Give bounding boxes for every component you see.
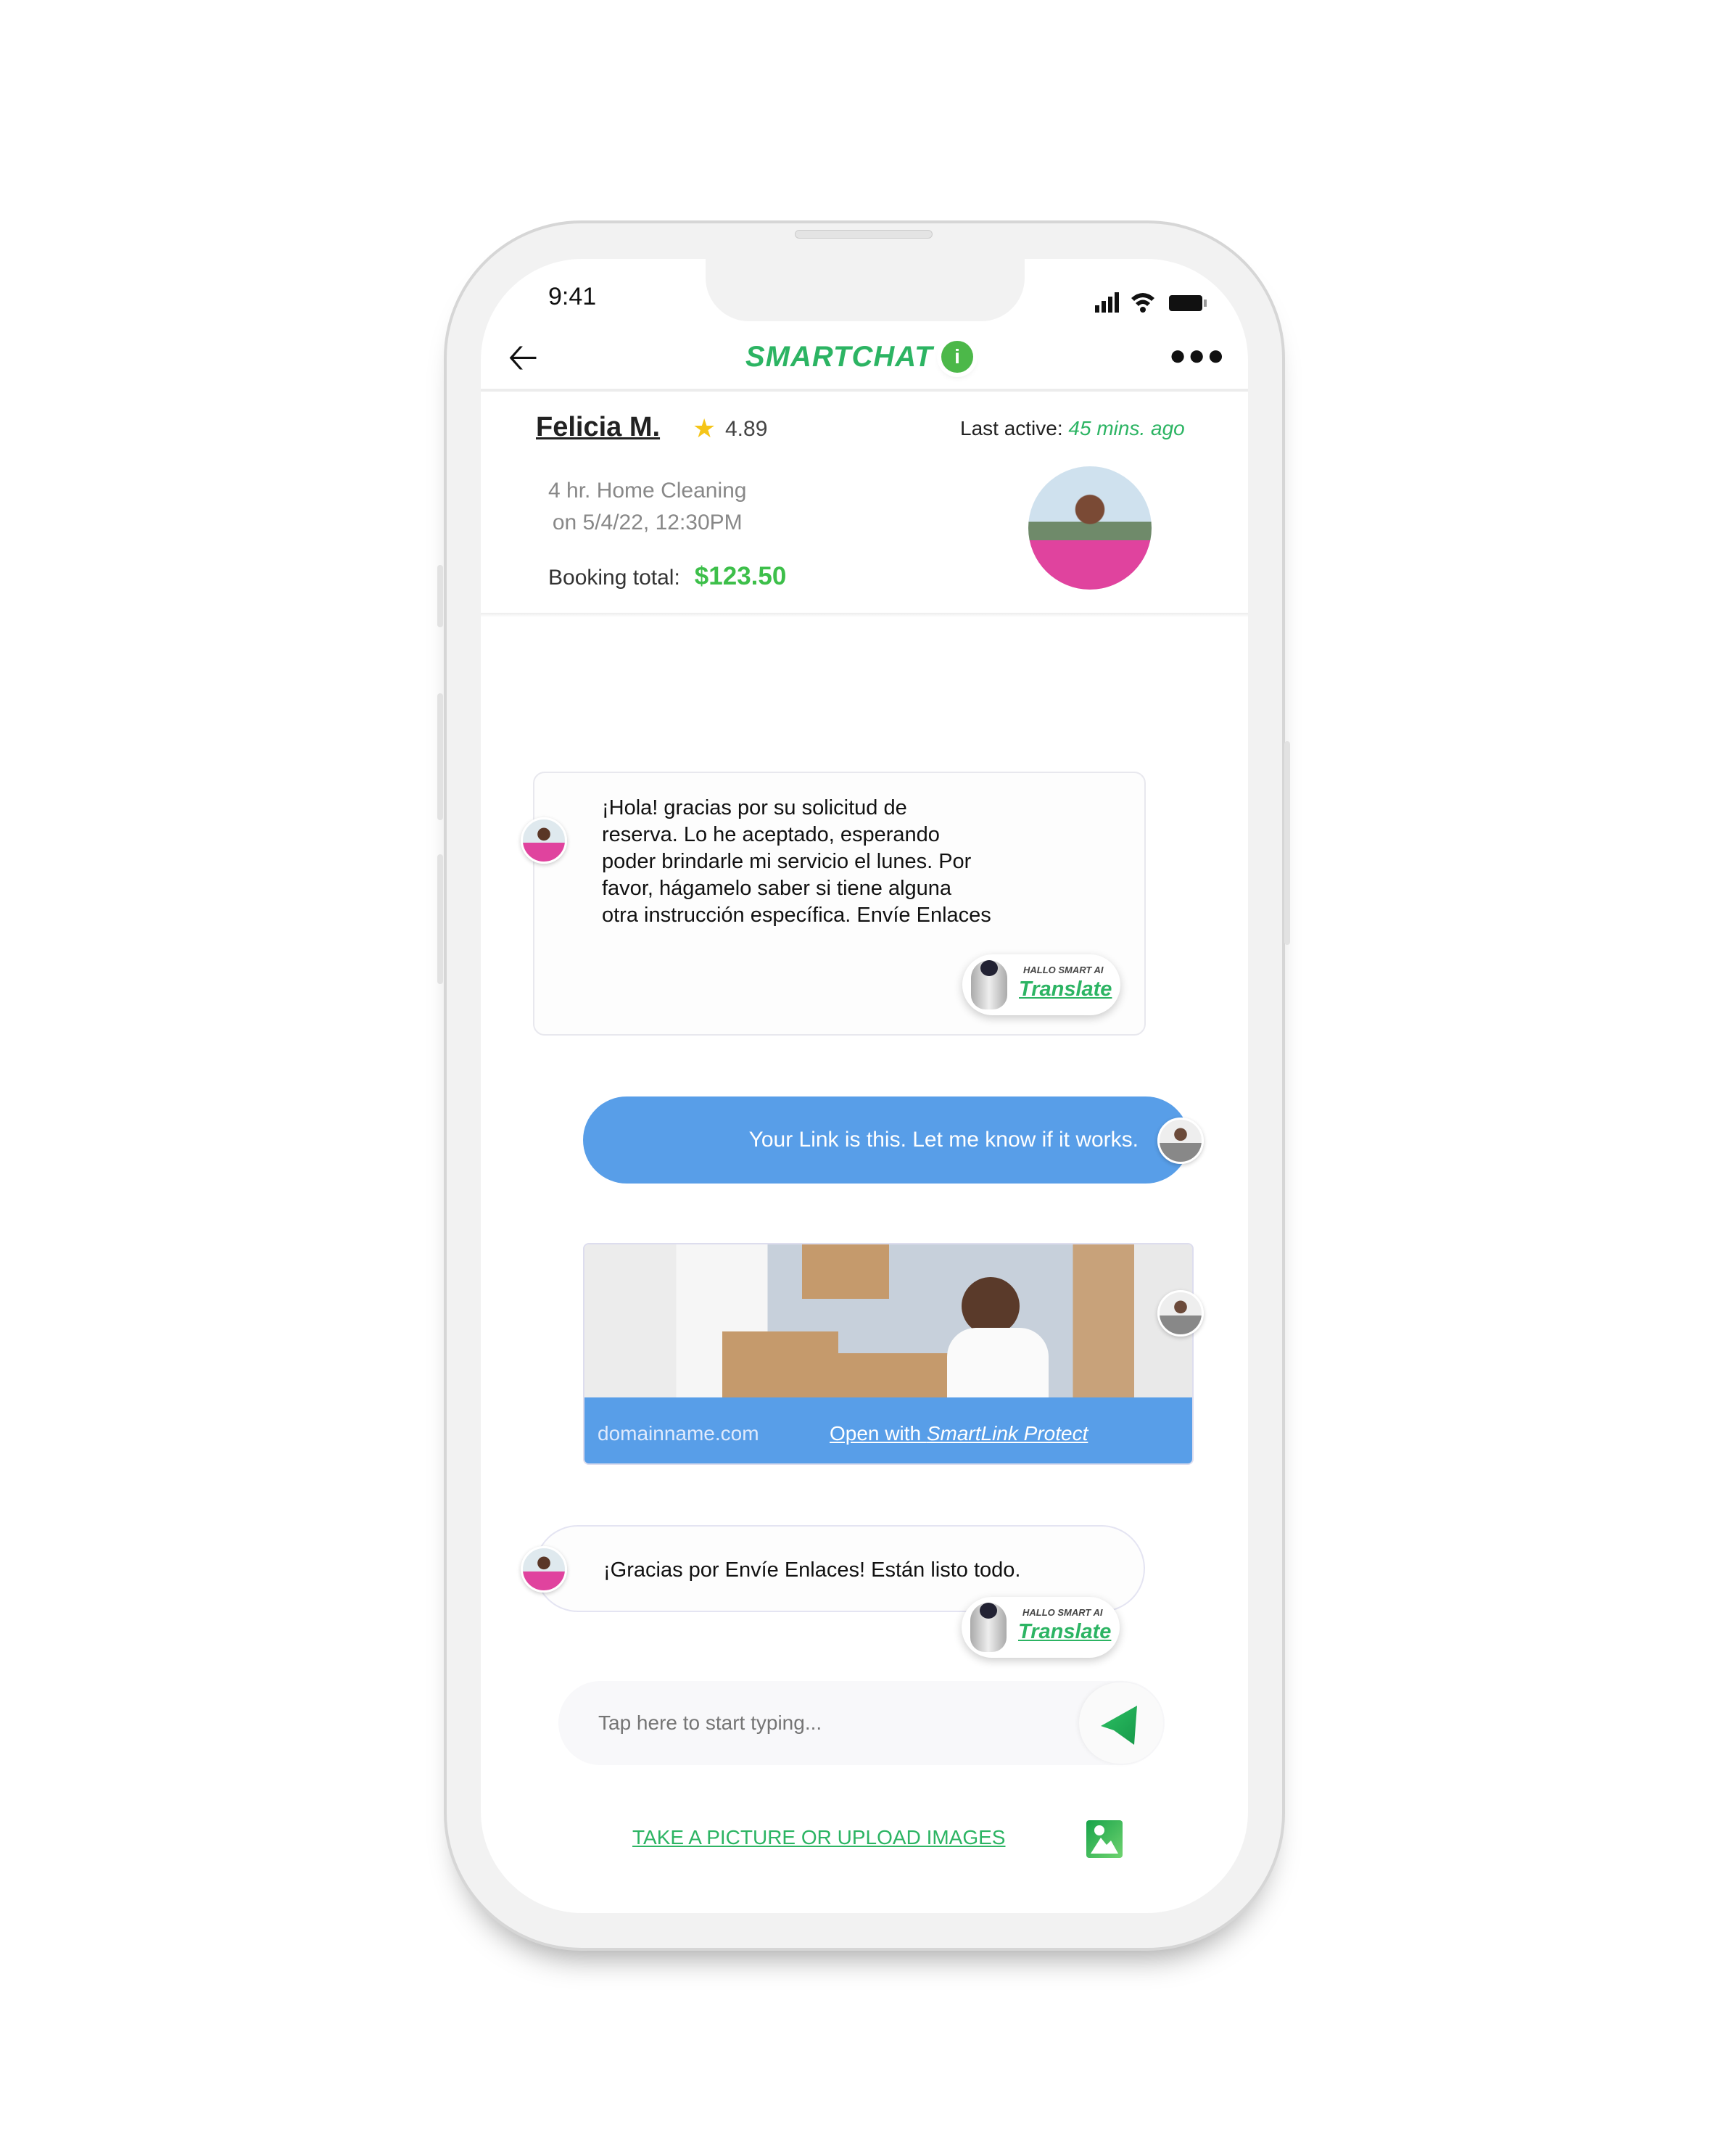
volume-down-button bbox=[437, 854, 443, 984]
link-preview-card[interactable]: domainname.com Open with SmartLink Prote… bbox=[583, 1243, 1194, 1465]
info-icon[interactable]: i bbox=[941, 341, 973, 373]
person-shape bbox=[962, 1277, 1020, 1335]
back-button[interactable]: 🡠 bbox=[508, 339, 538, 376]
arrow-left-icon: 🡠 bbox=[508, 336, 539, 379]
star-icon: ★ bbox=[693, 413, 716, 443]
open-smartlink-link[interactable]: Open with SmartLink Protect bbox=[830, 1422, 1088, 1445]
signal-icon bbox=[1095, 292, 1119, 313]
battery-icon bbox=[1169, 295, 1207, 311]
last-active: Last active: 45 mins. ago bbox=[960, 417, 1185, 440]
open-prefix: Open with bbox=[830, 1422, 927, 1445]
booking-total-value: $123.50 bbox=[694, 562, 787, 590]
link-preview-image bbox=[584, 1244, 1192, 1397]
booking-total-label: Booking total: bbox=[548, 566, 680, 590]
translate-label: Translate bbox=[1018, 1620, 1112, 1643]
notch bbox=[706, 254, 1025, 321]
image-icon[interactable] bbox=[1086, 1820, 1123, 1858]
message-line: reserva. Lo he aceptado, esperando bbox=[602, 823, 940, 846]
box-shape bbox=[722, 1331, 838, 1397]
message-text: Your Link is this. Let me know if it wor… bbox=[748, 1128, 1139, 1152]
robot-icon bbox=[970, 1603, 1007, 1652]
provider-rating: 4.89 bbox=[725, 417, 768, 441]
provider-avatar-small bbox=[521, 817, 567, 864]
message-text: ¡Gracias por Envíe Enlaces! Están listo … bbox=[603, 1558, 1021, 1582]
message-composer bbox=[558, 1681, 1165, 1765]
app-title: SMARTCHAT bbox=[745, 341, 933, 373]
service-line-1: 4 hr. Home Cleaning bbox=[548, 479, 747, 503]
message-line: otra instrucción específica. Envíe Enlac… bbox=[602, 904, 991, 927]
person-shape bbox=[947, 1328, 1049, 1397]
link-bar: domainname.com Open with SmartLink Prote… bbox=[584, 1397, 1192, 1463]
provider-avatar[interactable] bbox=[1028, 466, 1152, 590]
mute-switch bbox=[437, 565, 443, 627]
speaker bbox=[795, 230, 933, 239]
send-button[interactable] bbox=[1079, 1682, 1163, 1764]
translate-badge-caption: HALLO SMART AI bbox=[1022, 1607, 1103, 1618]
provider-name[interactable]: Felicia M. bbox=[536, 412, 660, 443]
user-avatar-small bbox=[1157, 1118, 1204, 1164]
service-info: 4 hr. Home Cleaning on 5/4/22, 12:30PM bbox=[548, 475, 747, 539]
volume-up-button bbox=[437, 693, 443, 820]
service-line-2: on 5/4/22, 12:30PM bbox=[552, 511, 743, 534]
link-domain: domainname.com bbox=[598, 1422, 759, 1445]
last-active-value: 45 mins. ago bbox=[1068, 417, 1185, 439]
robot-icon bbox=[971, 960, 1007, 1009]
booking-total: Booking total: $123.50 bbox=[548, 562, 786, 591]
translate-label: Translate bbox=[1019, 978, 1112, 1001]
image-glyph bbox=[1091, 1825, 1118, 1854]
message-line: poder brindarle mi servicio el lunes. Po… bbox=[602, 850, 972, 873]
open-brand: SmartLink Protect bbox=[926, 1422, 1088, 1445]
header-divider bbox=[481, 389, 1248, 392]
info-card-divider bbox=[481, 613, 1248, 617]
wifi-icon bbox=[1131, 293, 1154, 313]
more-horizontal-icon: ●●● bbox=[1169, 339, 1226, 371]
more-options-button[interactable]: ●●● bbox=[1169, 341, 1226, 370]
send-icon bbox=[1101, 1706, 1137, 1745]
message-input[interactable] bbox=[598, 1711, 1033, 1735]
last-active-label: Last active: bbox=[960, 417, 1063, 439]
translate-button[interactable]: HALLO SMART AI Translate bbox=[962, 954, 1120, 1015]
translate-badge-caption: HALLO SMART AI bbox=[1023, 965, 1104, 975]
provider-avatar-small bbox=[521, 1546, 567, 1593]
translate-button[interactable]: HALLO SMART AI Translate bbox=[962, 1597, 1120, 1658]
message-line: favor, hágamelo saber si tiene alguna bbox=[602, 877, 952, 900]
message-bubble-provider: ¡Hola! gracias por su solicitud de reser… bbox=[533, 772, 1146, 1036]
message-text: ¡Hola! gracias por su solicitud de reser… bbox=[602, 795, 991, 929]
status-time: 9:41 bbox=[548, 283, 597, 310]
message-line: ¡Hola! gracias por su solicitud de bbox=[602, 796, 907, 819]
power-button bbox=[1284, 741, 1290, 945]
user-avatar-small bbox=[1157, 1290, 1204, 1337]
upload-images-link[interactable]: TAKE A PICTURE OR UPLOAD IMAGES bbox=[632, 1826, 1006, 1849]
box-shape bbox=[802, 1244, 889, 1299]
status-icons bbox=[1095, 292, 1207, 313]
